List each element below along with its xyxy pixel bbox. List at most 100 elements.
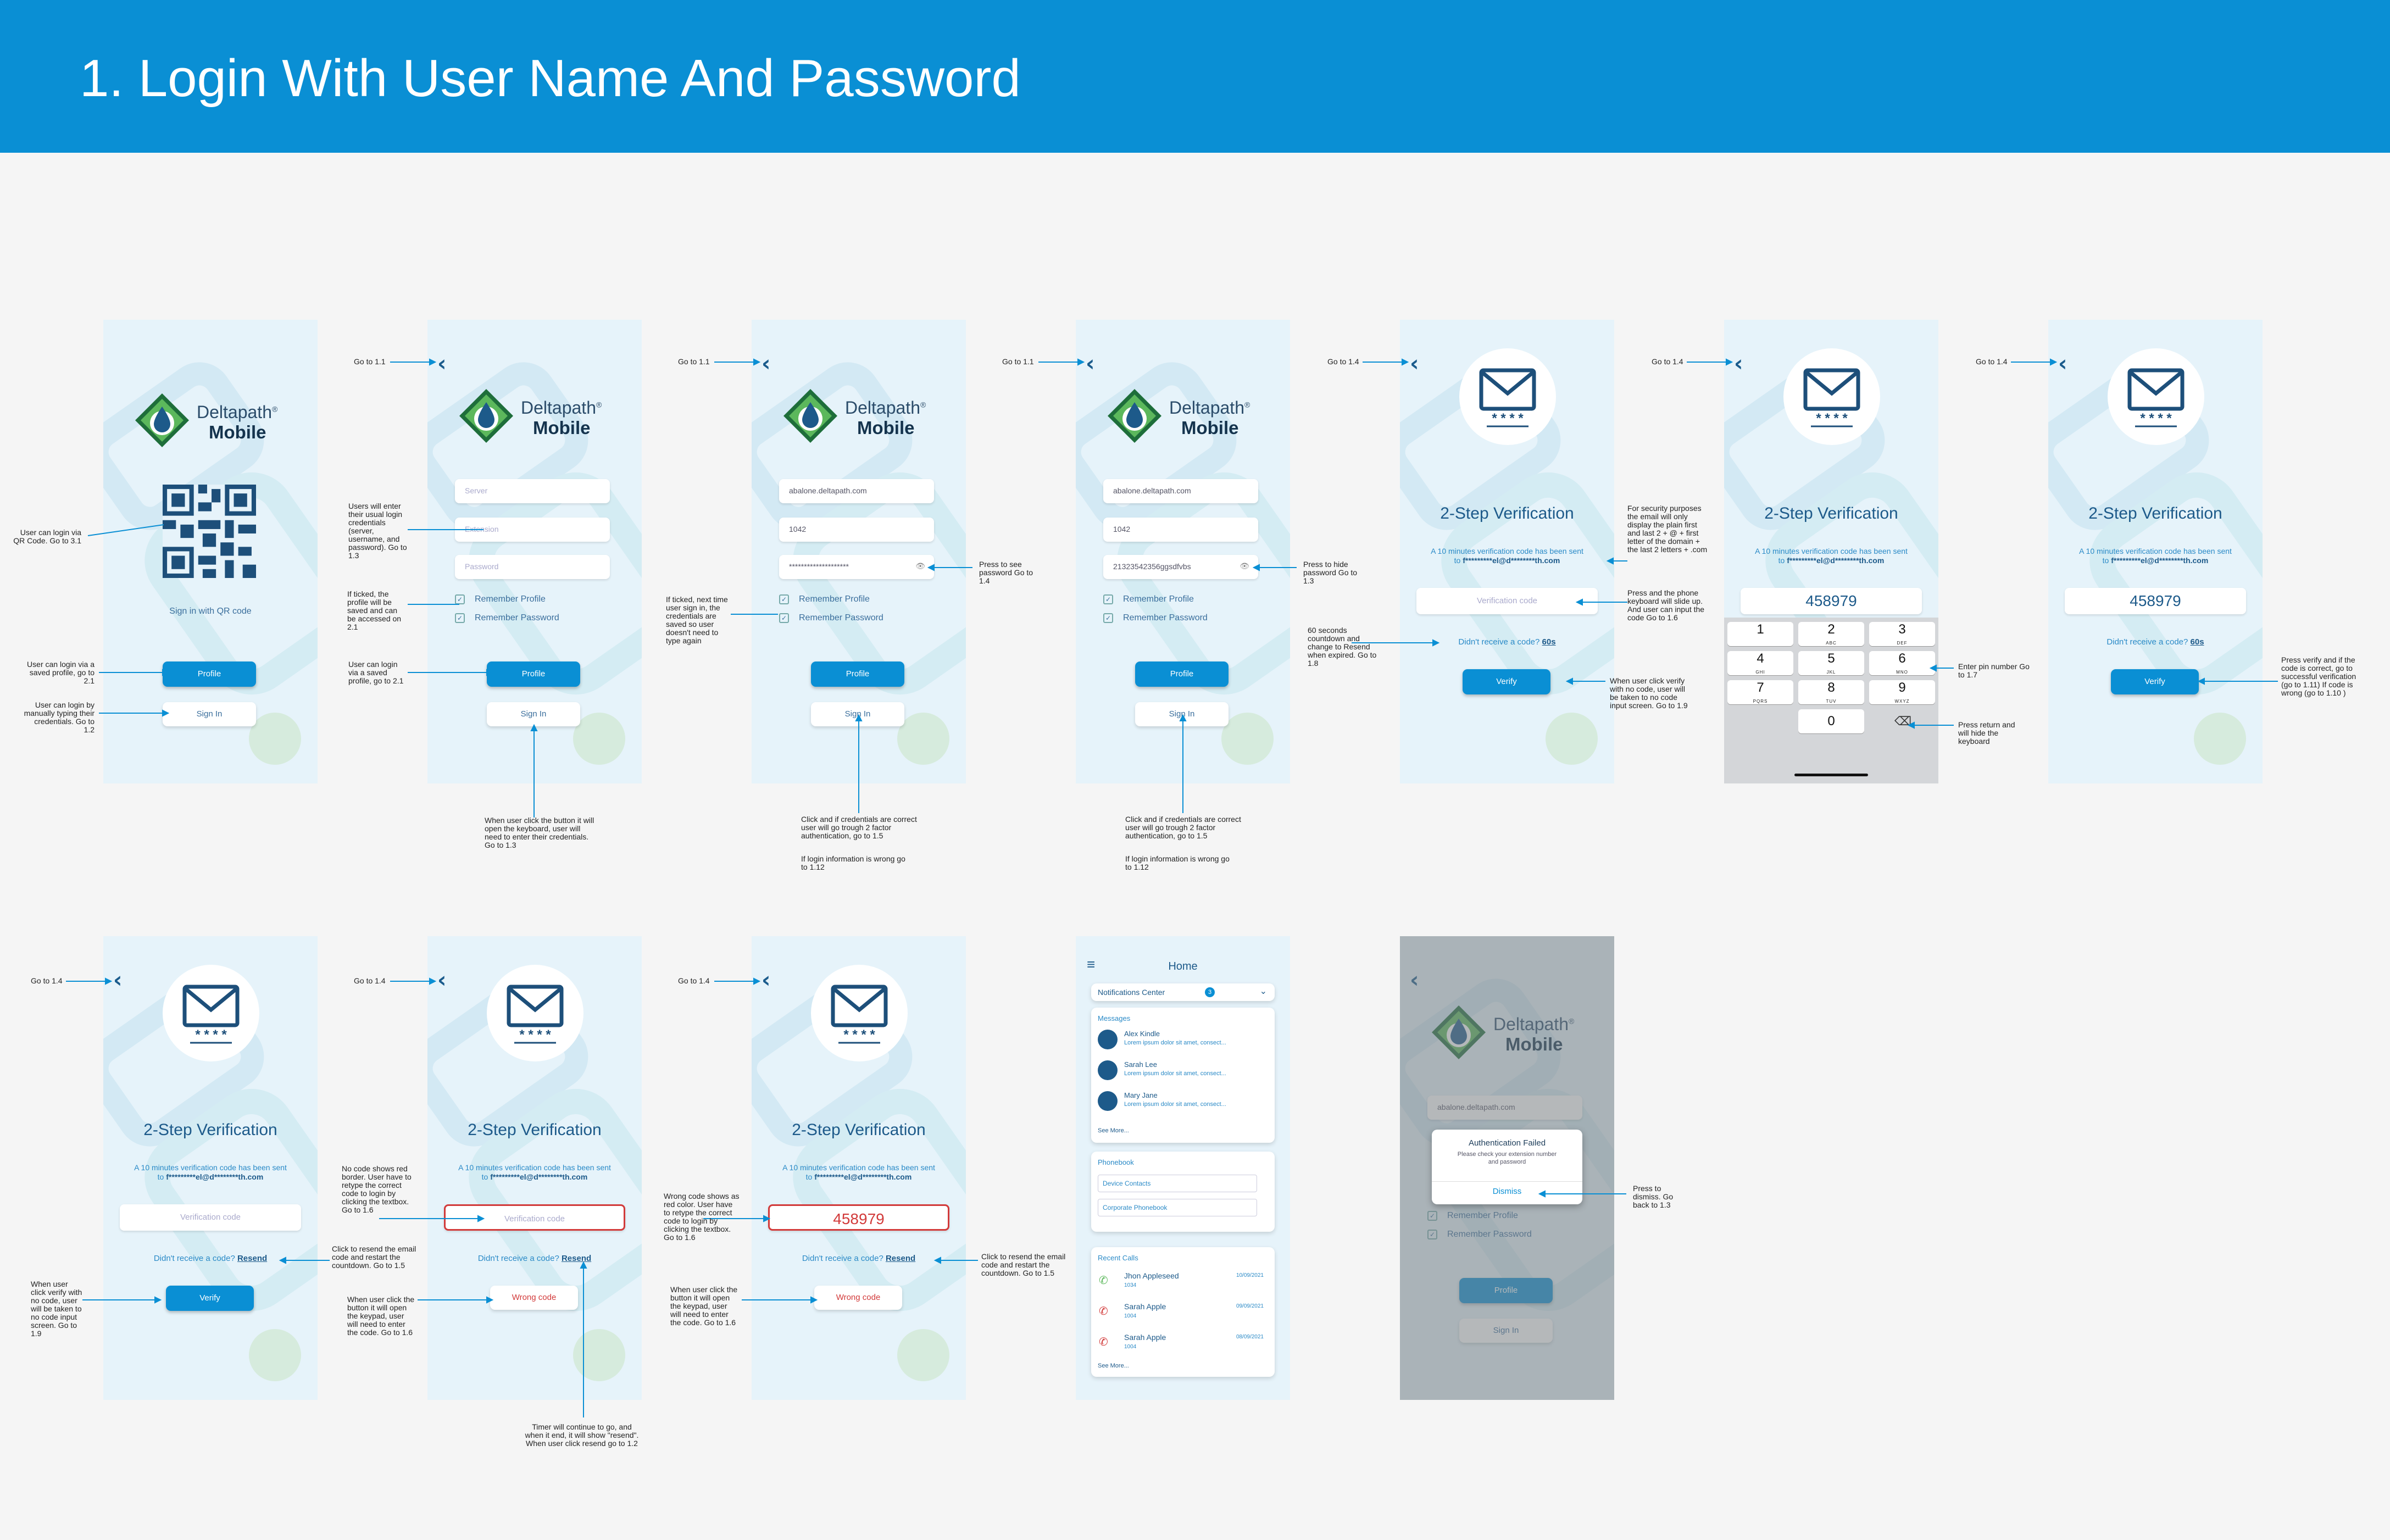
verify-title: 2-Step Verification [143,1121,277,1139]
screen-home: ≡ Home Notifications Center 3 ⌄ Messages… [1076,936,1290,1400]
verify-subtitle: A 10 minutes verification code has been … [134,1163,287,1181]
notifications-center-dropdown[interactable]: Notifications Center 3 ⌄ [1091,983,1275,1001]
profile-button[interactable]: Profile [811,661,904,687]
resend-link[interactable]: Didn't receive a code? Resend [103,1254,318,1263]
back-icon[interactable]: ‹ [762,353,770,375]
dialog-message: Please check your extension number and p… [1457,1151,1557,1165]
back-icon[interactable]: ‹ [2058,353,2067,375]
verification-code-field[interactable]: 458979 [2065,588,2246,614]
profile-button[interactable]: Profile [163,661,256,687]
key-8[interactable]: 8 TUV [1798,680,1864,704]
numeric-keypad: 1 2 ABC 3 DEF 4 GHI 5 JKL 6 MNO 7 PQRS 8 TUV 9W… [1724,618,1938,783]
message-item[interactable]: Alex Kindle Lorem ipsum dolor sit amet, c… [1098,1027,1268,1055]
device-contacts-button[interactable]: Device Contacts [1098,1175,1257,1192]
eye-icon[interactable]: 👁 [915,561,925,571]
annotation: Go to 1.1 [678,357,710,366]
annotation: Users will enter their usual login crede… [348,502,407,560]
message-item[interactable]: Sarah Lee Lorem ipsum dolor sit amet, con… [1098,1058,1268,1086]
logo-mark-icon [1108,389,1161,443]
back-icon[interactable]: ‹ [1086,353,1094,375]
sign-in-button[interactable]: Sign In [811,702,904,726]
dismiss-button[interactable]: Dismiss [1432,1187,1582,1196]
verification-code-field[interactable]: Verification code [1416,588,1598,614]
resend-link[interactable]: Didn't receive a code? Resend [427,1254,642,1263]
deltapath-logo: Deltapath® Mobile [1104,386,1269,446]
key-0[interactable]: 0 [1798,709,1864,733]
sign-in-button[interactable]: Sign In [487,702,580,726]
key-1[interactable]: 1 [1727,622,1793,646]
home-title: Home [1168,960,1198,972]
annotation: Press return and will hide the keyboard [1958,720,2015,746]
verify-button[interactable]: Verify [2111,669,2199,694]
key-6[interactable]: 6 MNO [1869,651,1935,675]
envelope-icon: * * * * [1459,348,1556,445]
wrong-code-button[interactable]: Wrong code [814,1286,902,1310]
annotation: Go to 1.4 [678,976,710,985]
see-more-link[interactable]: See More... [1098,1363,1129,1369]
verification-code-field[interactable]: 458979 [768,1204,949,1231]
see-more-link[interactable]: See More... [1098,1127,1129,1134]
call-item[interactable]: ✆ Jhon Appleseed 1034 10/09/2021 [1098,1269,1268,1297]
call-item[interactable]: ✆ Sarah Apple 1004 09/09/2021 [1098,1300,1268,1327]
corporate-phonebook-button[interactable]: Corporate Phonebook [1098,1199,1257,1216]
key-3[interactable]: 3 DEF [1869,622,1935,646]
call-item[interactable]: ✆ Sarah Apple 1004 08/09/2021 [1098,1331,1268,1358]
remember-password-checkbox[interactable]: ✓Remember Password [1103,613,1208,623]
extension-field[interactable]: 1042 [779,518,934,542]
key-5[interactable]: 5 JKL [1798,651,1864,675]
remember-password-checkbox[interactable]: ✓Remember Password [779,613,883,623]
profile-button[interactable]: Profile [487,661,580,687]
remember-profile-checkbox[interactable]: ✓Remember Profile [455,594,546,604]
password-field[interactable]: 21323542356ggsdfvbs 👁 [1103,555,1258,579]
verification-code-field[interactable]: Verification code [444,1204,625,1231]
extension-field[interactable]: Extension [455,518,610,542]
server-field[interactable]: Server [455,479,610,503]
message-item[interactable]: Mary Jane Lorem ipsum dolor sit amet, con… [1098,1089,1268,1116]
back-icon[interactable]: ‹ [437,353,446,375]
back-icon[interactable]: ‹ [113,969,122,991]
key-2[interactable]: 2 ABC [1798,622,1864,646]
resend-link[interactable]: Didn't receive a code? Resend [752,1254,966,1263]
back-icon[interactable]: ‹ [1410,353,1419,375]
annotation: Go to 1.4 [1976,357,2008,366]
annotation: If login information is wrong go to 1.12 [801,854,905,871]
remember-password-checkbox[interactable]: ✓Remember Password [455,613,559,623]
verify-button[interactable]: Verify [1463,669,1550,694]
annotation: Go to 1.4 [31,976,63,985]
messages-card: Messages Alex Kindle Lorem ipsum dolor si… [1091,1008,1275,1143]
password-field[interactable]: ******************** 👁 [779,555,934,579]
deltapath-logo: Deltapath® Mobile [780,386,945,446]
back-icon[interactable]: ‹ [762,969,770,991]
resend-countdown: Didn't receive a code? 60s [1458,637,1556,647]
verify-title: 2-Step Verification [468,1121,602,1139]
verification-code-field[interactable]: Verification code [120,1204,301,1231]
key-4[interactable]: 4 GHI [1727,651,1793,675]
screen-login-qr: Deltapath® Mobile Sign in with QR code P… [103,320,318,783]
extension-field[interactable]: 1042 [1103,518,1258,542]
envelope-icon: * * * * [2108,348,2204,445]
annotation: When user click the button it will open … [670,1285,738,1327]
remember-profile-checkbox[interactable]: ✓Remember Profile [779,594,870,604]
key-7[interactable]: 7 PQRS [1727,680,1793,704]
sign-in-button[interactable]: Sign In [1135,702,1229,726]
server-field[interactable]: abalone.deltapath.com [1103,479,1258,503]
password-field[interactable]: Password [455,555,610,579]
chevron-down-icon: ⌄ [1259,987,1267,996]
wrong-code-button[interactable]: Wrong code [490,1286,578,1310]
logo-mark-icon [783,389,837,443]
sign-in-button[interactable]: Sign In [163,702,256,726]
verification-code-field[interactable]: 458979 [1741,588,1922,614]
verify-title: 2-Step Verification [1764,504,1898,522]
remember-profile-checkbox[interactable]: ✓Remember Profile [1103,594,1194,604]
qr-code[interactable] [163,485,256,578]
backspace-icon[interactable]: ⌫ [1894,714,1911,729]
back-icon[interactable]: ‹ [437,969,446,991]
key-9[interactable]: 9 WXYZ [1869,680,1935,704]
profile-button[interactable]: Profile [1135,661,1229,687]
server-field[interactable]: abalone.deltapath.com [779,479,934,503]
eye-icon[interactable]: 👁 [1240,561,1249,571]
home-indicator [1794,774,1868,776]
verify-button[interactable]: Verify [166,1286,254,1311]
back-icon[interactable]: ‹ [1734,353,1743,375]
screen-verification-no-code: ‹ * * * * 2-Step Verification A 10 minut… [427,936,642,1400]
